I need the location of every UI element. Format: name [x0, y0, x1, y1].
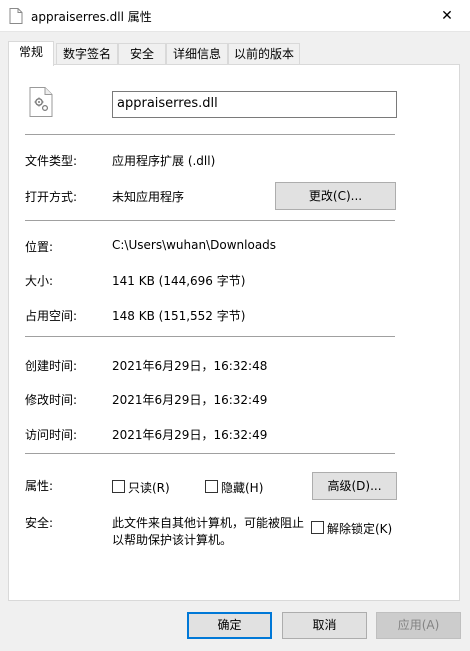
advanced-button[interactable]: 高级(D)... [312, 472, 397, 500]
tab-security[interactable]: 安全 [118, 43, 166, 64]
window-title: appraiserres.dll 属性 [31, 10, 152, 24]
readonly-label[interactable]: 只读(R) [128, 479, 170, 496]
separator [25, 453, 395, 454]
tab-general[interactable]: 常规 [8, 41, 54, 66]
accessed-label: 访问时间: [25, 428, 78, 442]
hidden-label[interactable]: 隐藏(H) [221, 479, 263, 496]
security-label: 安全: [25, 516, 54, 530]
open-with-value: 未知应用程序 [112, 190, 185, 204]
apply-button[interactable]: 应用(A) [376, 612, 461, 639]
security-text-line2: 以帮助保护该计算机。 [112, 533, 233, 547]
tab-previous-versions[interactable]: 以前的版本 [228, 43, 300, 64]
unblock-label[interactable]: 解除锁定(K) [327, 520, 392, 537]
separator [25, 134, 395, 135]
change-button[interactable]: 更改(C)... [275, 182, 396, 210]
location-label: 位置: [25, 240, 54, 254]
tab-details[interactable]: 详细信息 [166, 43, 228, 64]
location-value: C:\Users\wuhan\Downloads [112, 238, 277, 252]
title-bar: appraiserres.dll 属性 ✕ [0, 0, 470, 32]
file-name-input[interactable]: appraiserres.dll [112, 91, 397, 118]
readonly-checkbox[interactable] [112, 480, 125, 493]
cancel-button[interactable]: 取消 [282, 612, 367, 639]
hidden-checkbox[interactable] [205, 480, 218, 493]
file-type-label: 文件类型: [25, 154, 78, 168]
accessed-value: 2021年6月29日，16:32:49 [112, 428, 268, 442]
close-icon: ✕ [441, 8, 453, 24]
modified-label: 修改时间: [25, 393, 78, 407]
modified-value: 2021年6月29日，16:32:49 [112, 393, 268, 407]
separator [25, 336, 395, 337]
created-value: 2021年6月29日，16:32:48 [112, 359, 268, 373]
general-panel: appraiserres.dll 文件类型: 应用程序扩展 (.dll) 打开方… [8, 64, 460, 601]
close-button[interactable]: ✕ [424, 0, 470, 32]
separator [25, 220, 395, 221]
size-label: 大小: [25, 274, 54, 288]
unblock-checkbox[interactable] [311, 521, 324, 534]
attributes-label: 属性: [25, 479, 54, 493]
security-text-line1: 此文件来自其他计算机，可能被阻止 [112, 516, 305, 530]
tab-digital-signatures[interactable]: 数字签名 [56, 43, 118, 64]
dll-file-icon [29, 87, 53, 117]
file-icon [9, 8, 23, 24]
open-with-label: 打开方式: [25, 190, 78, 204]
file-type-value: 应用程序扩展 (.dll) [112, 154, 216, 168]
size-value: 141 KB (144,696 字节) [112, 274, 246, 288]
ok-button[interactable]: 确定 [187, 612, 272, 639]
created-label: 创建时间: [25, 359, 78, 373]
disk-size-label: 占用空间: [25, 309, 78, 323]
disk-size-value: 148 KB (151,552 字节) [112, 309, 246, 323]
